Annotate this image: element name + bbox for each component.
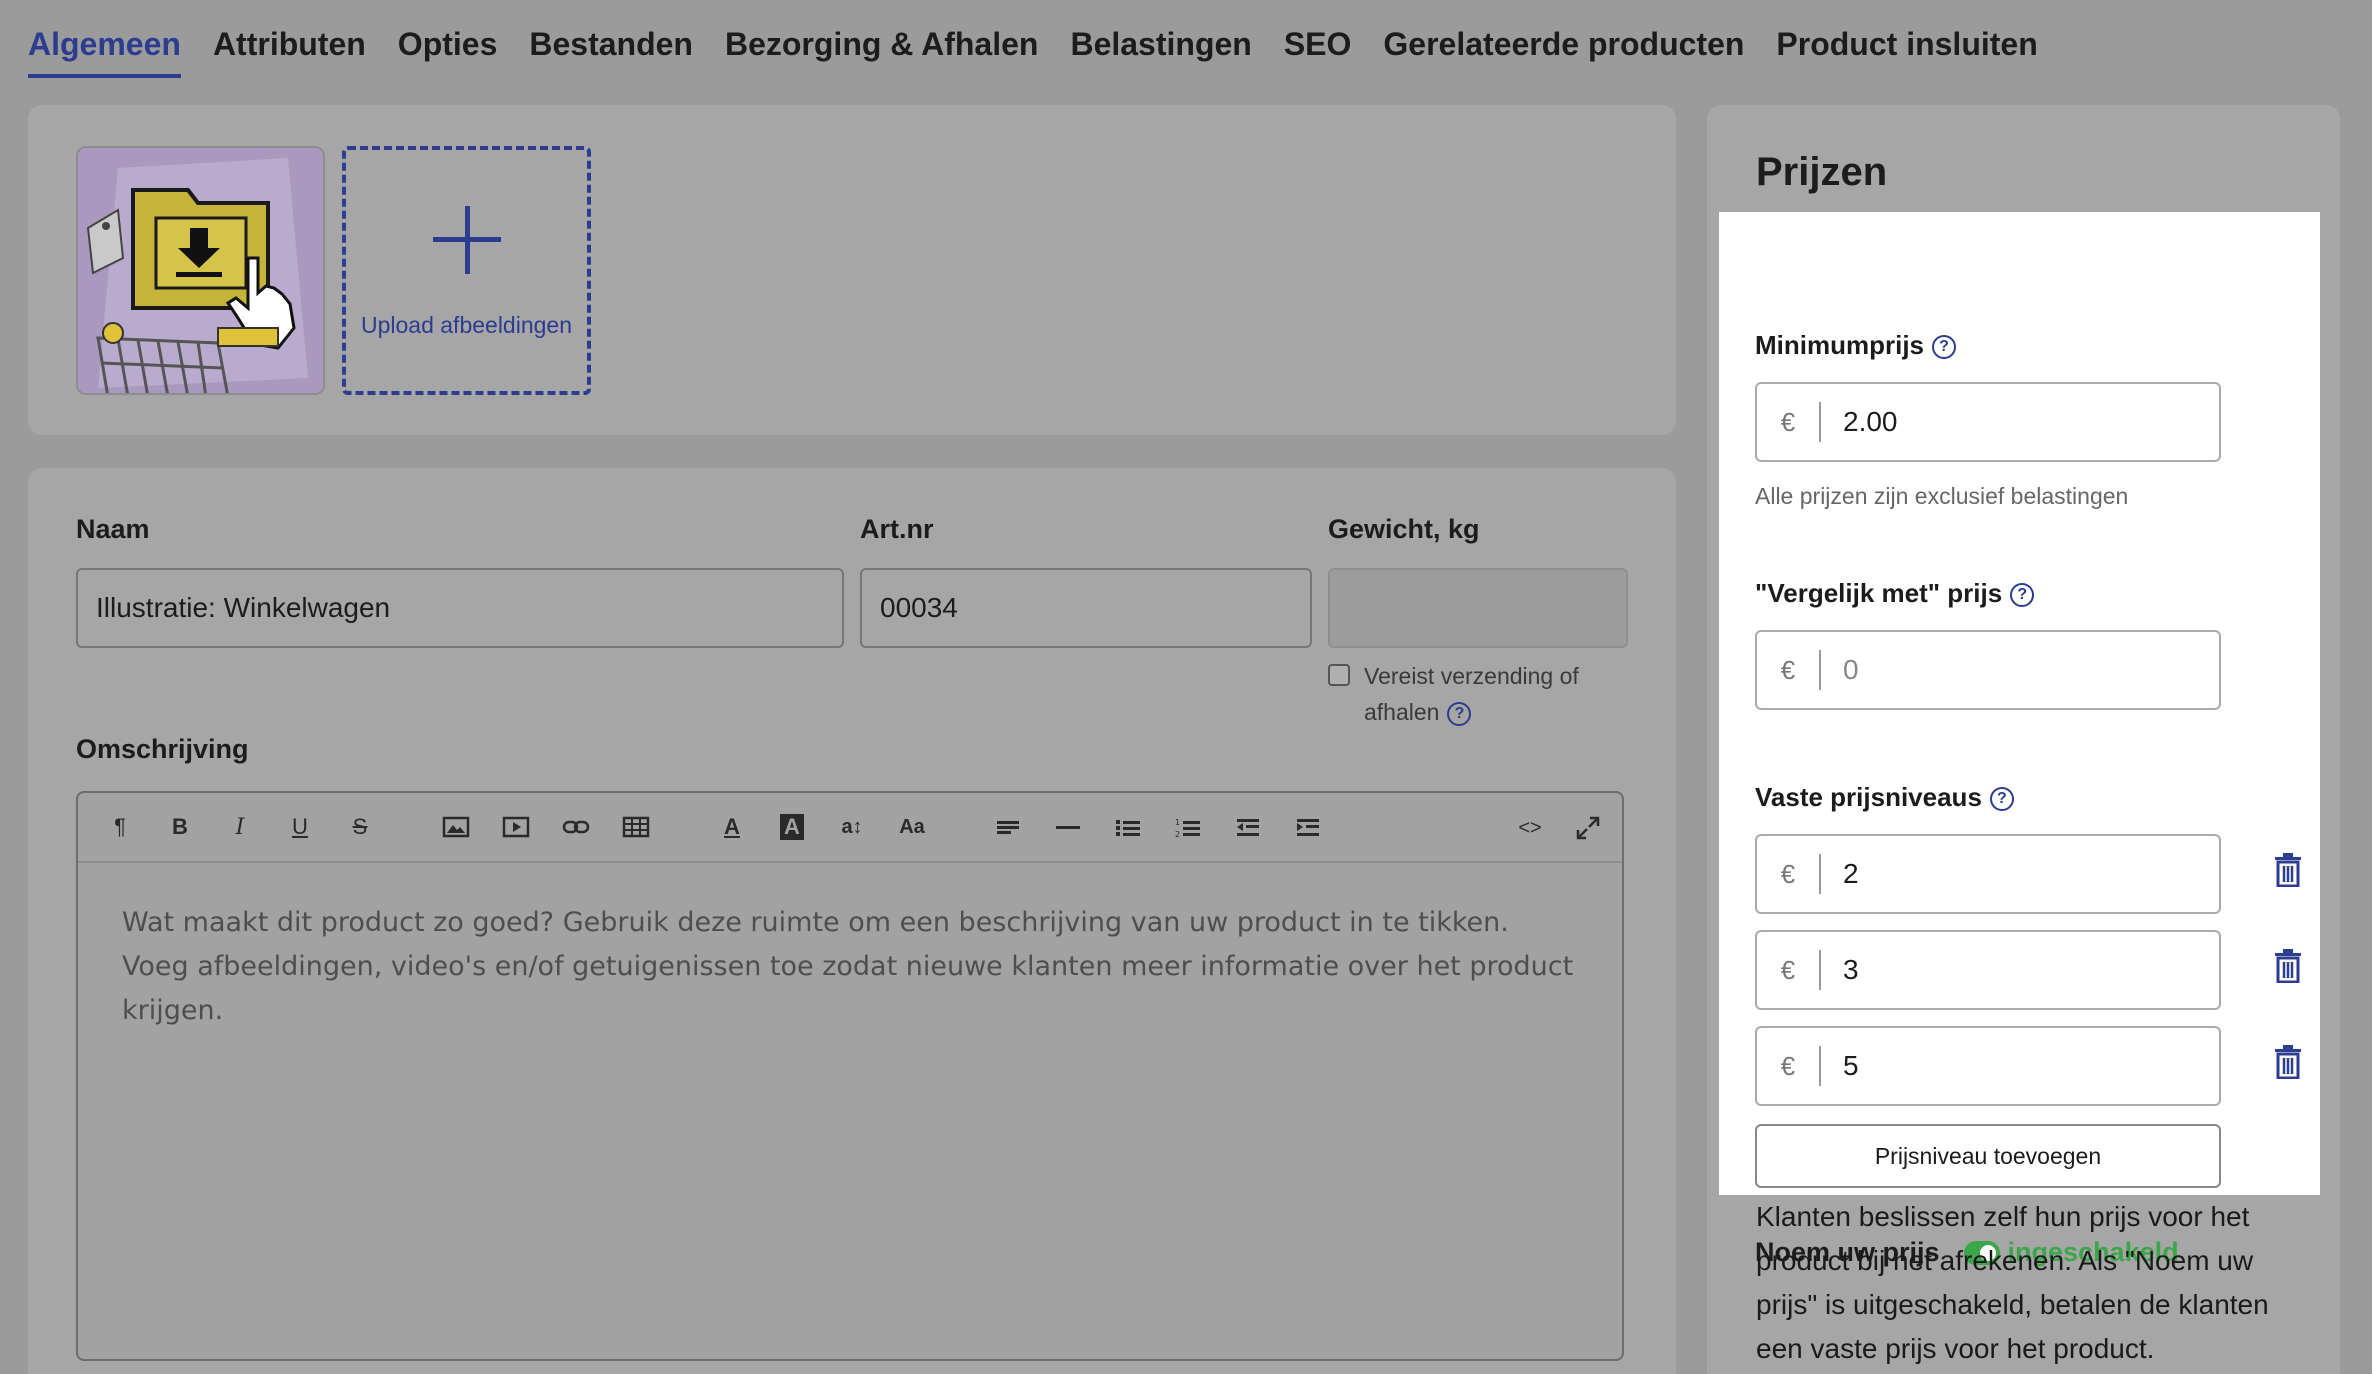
price-level-value: 2 bbox=[1843, 858, 1859, 889]
paragraph-icon[interactable]: ¶ bbox=[100, 807, 140, 847]
price-level-value: 3 bbox=[1843, 954, 1859, 985]
compare-price-label: "Vergelijk met" prijs bbox=[1755, 578, 2003, 608]
tab-opties[interactable]: Opties bbox=[398, 0, 498, 78]
bullet-list-icon[interactable] bbox=[1108, 807, 1148, 847]
sku-label: Art.nr bbox=[860, 514, 934, 544]
tax-hint: Alle prijzen zijn exclusief belastingen bbox=[1755, 483, 2129, 509]
tab-seo[interactable]: SEO bbox=[1284, 0, 1352, 78]
fullscreen-icon[interactable] bbox=[1568, 808, 1608, 848]
min-price-value: 2.00 bbox=[1843, 406, 1898, 437]
code-view-icon[interactable]: <> bbox=[1510, 808, 1550, 848]
video-icon[interactable] bbox=[496, 807, 536, 847]
tab-attributen[interactable]: Attributen bbox=[213, 0, 366, 78]
help-icon[interactable]: ? bbox=[1447, 701, 1472, 726]
shipping-checkbox-label: Vereist verzending of afhalen bbox=[1364, 663, 1579, 725]
svg-text:1: 1 bbox=[1175, 818, 1180, 827]
outdent-icon[interactable] bbox=[1228, 807, 1268, 847]
price-level-input[interactable]: € 2 bbox=[1755, 834, 2221, 914]
trash-icon[interactable] bbox=[2271, 1044, 2305, 1080]
horizontal-rule-icon[interactable] bbox=[1048, 807, 1088, 847]
tab-algemeen[interactable]: Algemeen bbox=[28, 0, 181, 78]
weight-label: Gewicht, kg bbox=[1328, 514, 1480, 544]
prices-card: Prijzen Minimumprijs? € 2.00 Alle prijze… bbox=[1707, 105, 2340, 1374]
tab-product-insluiten[interactable]: Product insluiten bbox=[1776, 0, 2037, 78]
tab-belastingen[interactable]: Belastingen bbox=[1070, 0, 1251, 78]
currency-symbol: € bbox=[1757, 950, 1821, 990]
upload-images-button[interactable]: Upload afbeeldingen bbox=[342, 146, 591, 395]
description-editor-area[interactable]: Wat maakt dit product zo goed? Gebruik d… bbox=[78, 863, 1622, 1071]
italic-icon[interactable]: I bbox=[220, 807, 260, 847]
price-level-value: 5 bbox=[1843, 1050, 1859, 1081]
min-price-label: Minimumprijs bbox=[1755, 330, 1925, 360]
help-icon[interactable]: ? bbox=[1989, 787, 2014, 812]
pay-what-you-want-description: Klanten beslissen zelf hun prijs voor he… bbox=[1756, 1201, 2269, 1364]
prices-title: Prijzen bbox=[1756, 150, 1888, 194]
price-levels-label: Vaste prijsniveaus bbox=[1755, 782, 1982, 812]
shipping-checkbox[interactable] bbox=[1328, 664, 1350, 686]
currency-symbol: € bbox=[1757, 650, 1821, 690]
help-icon[interactable]: ? bbox=[1932, 335, 1957, 360]
image-icon[interactable] bbox=[436, 807, 476, 847]
name-label: Naam bbox=[76, 514, 150, 544]
upload-images-label: Upload afbeeldingen bbox=[360, 312, 572, 338]
line-height-icon[interactable]: a↕ bbox=[832, 807, 872, 847]
svg-text:2: 2 bbox=[1175, 830, 1180, 839]
link-icon[interactable] bbox=[556, 807, 596, 847]
description-label: Omschrijving bbox=[76, 734, 249, 764]
details-card: Naam Illustratie: Winkelwagen Art.nr 000… bbox=[28, 468, 1676, 1374]
currency-symbol: € bbox=[1757, 1046, 1821, 1086]
tab-gerelateerde-producten[interactable]: Gerelateerde producten bbox=[1383, 0, 1744, 78]
price-level-input[interactable]: € 3 bbox=[1755, 930, 2221, 1010]
trash-icon[interactable] bbox=[2271, 948, 2305, 984]
rich-text-editor: ¶ B I U S A A a↕ Aa 12 <> Wat maakt dit … bbox=[76, 791, 1624, 1361]
shipping-checkbox-row: Vereist verzending of afhalen? bbox=[1328, 658, 1628, 730]
prices-highlight-panel: Minimumprijs? € 2.00 Alle prijzen zijn e… bbox=[1719, 212, 2320, 1267]
product-thumbnail[interactable] bbox=[76, 146, 325, 395]
trash-icon[interactable] bbox=[2271, 852, 2305, 888]
name-input[interactable]: Illustratie: Winkelwagen bbox=[76, 568, 844, 648]
table-icon[interactable] bbox=[616, 807, 656, 847]
strikethrough-icon[interactable]: S bbox=[340, 807, 380, 847]
editor-toolbar: ¶ B I U S A A a↕ Aa 12 <> bbox=[78, 793, 1622, 863]
numbered-list-icon[interactable]: 12 bbox=[1168, 807, 1208, 847]
min-price-input[interactable]: € 2.00 bbox=[1755, 382, 2221, 462]
font-size-icon[interactable]: Aa bbox=[892, 807, 932, 847]
background-color-icon[interactable]: A bbox=[772, 807, 812, 847]
add-price-level-button[interactable]: Prijsniveau toevoegen bbox=[1755, 1124, 2221, 1188]
indent-icon[interactable] bbox=[1288, 807, 1328, 847]
price-level-input[interactable]: € 5 bbox=[1755, 1026, 2221, 1106]
shopping-cart-folder-icon bbox=[78, 148, 323, 393]
align-icon[interactable] bbox=[988, 807, 1028, 847]
weight-input[interactable] bbox=[1328, 568, 1628, 648]
currency-symbol: € bbox=[1757, 854, 1821, 894]
plus-icon bbox=[427, 200, 507, 280]
tab-bezorging-afhalen[interactable]: Bezorging & Afhalen bbox=[725, 0, 1038, 78]
text-color-icon[interactable]: A bbox=[712, 807, 752, 847]
tab-bar: Algemeen Attributen Opties Bestanden Bez… bbox=[28, 0, 2070, 90]
bold-icon[interactable]: B bbox=[160, 807, 200, 847]
tab-bestanden[interactable]: Bestanden bbox=[529, 0, 693, 78]
help-icon[interactable]: ? bbox=[2010, 583, 2035, 608]
sku-input[interactable]: 00034 bbox=[860, 568, 1312, 648]
currency-symbol: € bbox=[1757, 402, 1821, 442]
underline-icon[interactable]: U bbox=[280, 807, 320, 847]
images-card: Upload afbeeldingen bbox=[28, 105, 1676, 435]
compare-price-input[interactable]: € 0 bbox=[1755, 630, 2221, 710]
compare-price-placeholder: 0 bbox=[1843, 654, 1859, 685]
